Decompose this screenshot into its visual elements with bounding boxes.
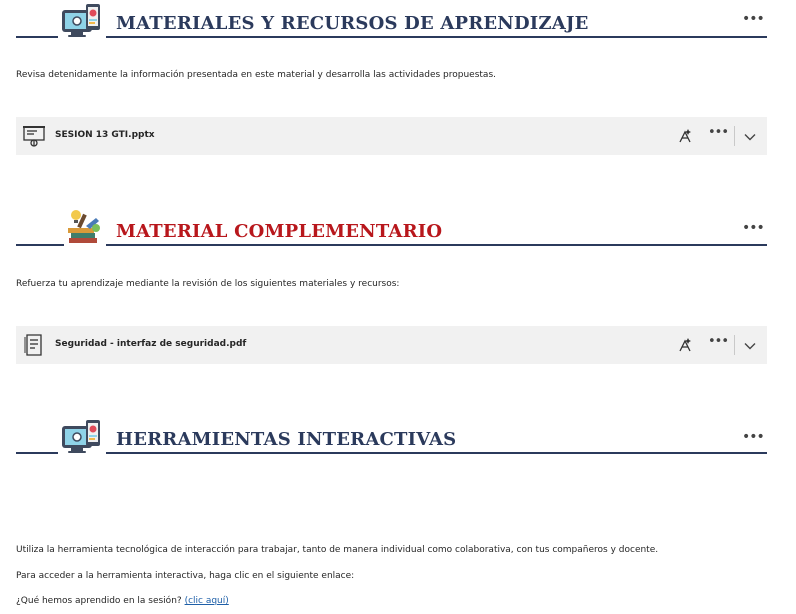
ai-sparkle-icon[interactable]	[677, 128, 693, 144]
section-divider	[16, 244, 767, 246]
section-divider	[16, 452, 767, 454]
section-more-button[interactable]: •••	[742, 430, 765, 444]
computer-tablet-icon	[58, 0, 106, 42]
question-line: ¿Qué hemos aprendido en la sesión? (clic…	[16, 596, 229, 606]
books-idea-icon	[64, 204, 106, 250]
clic-aqui-link[interactable]: (clic aquí)	[185, 596, 229, 606]
instruction-text: Para acceder a la herramienta interactiv…	[16, 571, 355, 581]
section-title: MATERIAL COMPLEMENTARIO	[116, 221, 447, 242]
section-divider	[16, 36, 767, 38]
document-file-icon	[22, 333, 46, 357]
section-title: MATERIALES Y RECURSOS DE APRENDIZAJE	[116, 13, 593, 34]
file-more-button[interactable]: •••	[708, 126, 729, 142]
section-more-button[interactable]: •••	[742, 12, 765, 26]
file-name[interactable]: SESION 13 GTI.pptx	[55, 130, 155, 140]
presentation-file-icon	[22, 124, 46, 148]
instruction-text: Utiliza la herramienta tecnológica de in…	[16, 545, 659, 555]
section-title: HERRAMIENTAS INTERACTIVAS	[116, 429, 461, 450]
chevron-down-icon[interactable]	[743, 129, 757, 143]
section-header-complementario: MATERIAL COMPLEMENTARIO	[16, 196, 767, 250]
section-intro-text: Refuerza tu aprendizaje mediante la revi…	[16, 279, 400, 289]
file-name[interactable]: Seguridad - interfaz de seguridad.pdf	[55, 339, 246, 349]
section-header-herramientas: HERRAMIENTAS INTERACTIVAS	[16, 404, 767, 458]
ai-sparkle-icon[interactable]	[677, 337, 693, 353]
section-intro-text: Revisa detenidamente la información pres…	[16, 70, 496, 80]
chevron-down-icon[interactable]	[743, 338, 757, 352]
computer-tablet-icon	[58, 412, 106, 458]
toolbar-separator	[734, 126, 735, 146]
question-text: ¿Qué hemos aprendido en la sesión?	[16, 596, 182, 606]
file-more-button[interactable]: •••	[708, 335, 729, 351]
file-row[interactable]: SESION 13 GTI.pptx •••	[16, 117, 767, 155]
file-row[interactable]: Seguridad - interfaz de seguridad.pdf ••…	[16, 326, 767, 364]
section-more-button[interactable]: •••	[742, 221, 765, 235]
section-header-materiales: MATERIALES Y RECURSOS DE APRENDIZAJE	[16, 0, 767, 42]
toolbar-separator	[734, 335, 735, 355]
